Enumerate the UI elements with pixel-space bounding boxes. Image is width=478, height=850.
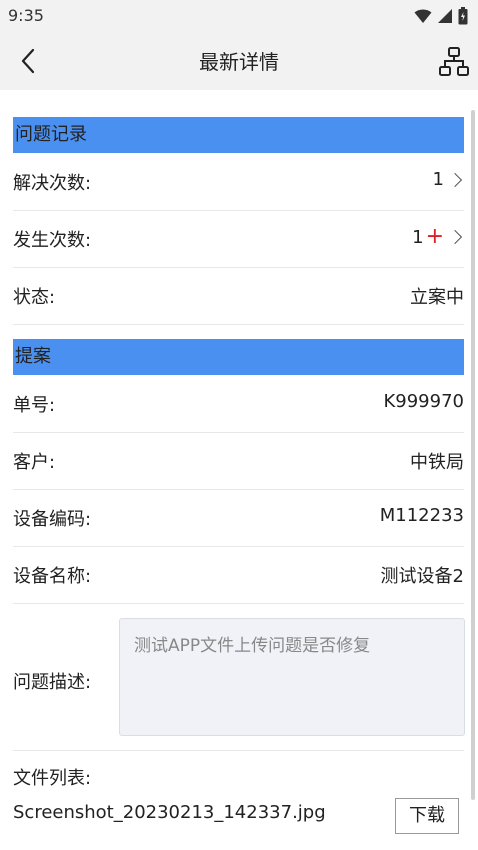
number-value: K999970 <box>383 391 464 412</box>
device-code-value: M112233 <box>379 505 464 526</box>
battery-icon <box>458 7 468 25</box>
row-occur-count[interactable]: 发生次数: 1 + <box>13 211 464 268</box>
row-device-code: 设备编码: M112233 <box>13 490 464 547</box>
section-header-problem-record: 问题记录 <box>13 117 464 153</box>
occur-count-value: 1 <box>412 226 424 248</box>
file-name[interactable]: Screenshot_20230213_142337.jpg <box>13 802 326 823</box>
chevron-right-icon <box>447 172 463 187</box>
download-button[interactable]: 下载 <box>395 798 459 834</box>
detail-content: 问题记录 解决次数: 1 发生次数: 1 + 状态: 立案中 提案 单号: K9… <box>0 90 478 850</box>
resolve-count-label: 解决次数: <box>13 173 92 194</box>
status-bar: 9:35 <box>0 0 478 32</box>
row-status: 状态: 立案中 <box>13 268 464 325</box>
row-customer: 客户: 中铁局 <box>13 433 464 490</box>
file-list-label: 文件列表: <box>13 768 92 789</box>
page-title: 最新详情 <box>199 50 279 74</box>
plus-icon[interactable]: + <box>426 226 444 248</box>
customer-label: 客户: <box>13 452 56 473</box>
device-code-label: 设备编码: <box>13 509 92 530</box>
status-value: 立案中 <box>410 287 464 308</box>
wifi-icon <box>414 9 432 23</box>
resolve-count-value-wrap: 1 <box>433 169 464 190</box>
hierarchy-button[interactable] <box>438 46 470 78</box>
status-label: 状态: <box>13 287 56 308</box>
description-label: 问题描述: <box>13 672 92 693</box>
status-icons <box>414 7 468 25</box>
signal-icon <box>438 9 452 23</box>
description-textarea[interactable]: 测试APP文件上传问题是否修复 <box>119 618 465 736</box>
occur-count-value-wrap: 1 + <box>412 226 464 248</box>
chevron-right-icon <box>447 229 463 245</box>
nav-bar: 最新详情 <box>0 32 478 90</box>
number-label: 单号: <box>13 395 56 416</box>
row-resolve-count[interactable]: 解决次数: 1 <box>13 154 464 211</box>
customer-value: 中铁局 <box>410 452 464 473</box>
device-name-label: 设备名称: <box>13 566 92 587</box>
status-time: 9:35 <box>8 6 44 25</box>
hierarchy-icon <box>439 47 469 76</box>
row-device-name: 设备名称: 测试设备2 <box>13 547 464 604</box>
resolve-count-value: 1 <box>432 169 444 190</box>
row-number: 单号: K999970 <box>13 376 464 433</box>
occur-count-label: 发生次数: <box>13 230 92 251</box>
device-name-value: 测试设备2 <box>380 566 464 587</box>
section-header-proposal: 提案 <box>13 339 464 375</box>
divider <box>13 750 464 751</box>
scrollbar[interactable] <box>471 110 475 800</box>
